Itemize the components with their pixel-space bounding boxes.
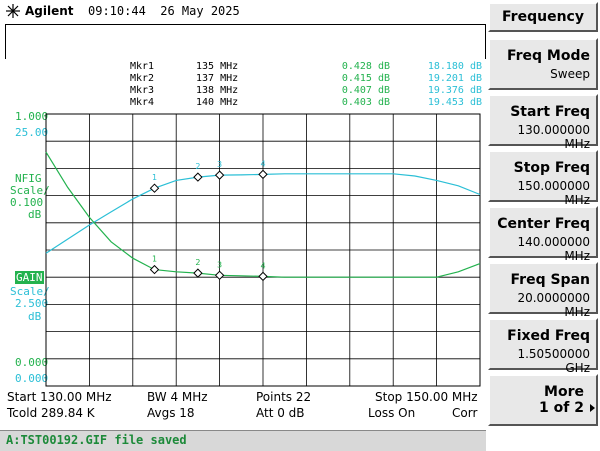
softkey-label: More xyxy=(544,384,584,400)
softkey-value: 130.000000 MHz xyxy=(517,123,590,151)
softkey-menu-title: Frequency xyxy=(488,2,598,32)
freq-span-softkey[interactable]: Freq Span 20.0000000 MHz xyxy=(488,262,598,319)
markers: 1 2 3 4 1 2 3 4 xyxy=(149,159,268,282)
softkey-label: Freq Span xyxy=(510,272,590,288)
marker-number: 2 xyxy=(195,162,200,171)
softkey-label: Freq Mode xyxy=(506,48,590,64)
fixed-freq-softkey[interactable]: Fixed Freq 1.50500000 GHz xyxy=(488,318,598,375)
graticule xyxy=(45,113,481,387)
instrument-screen: Agilent 09:10:44 26 May 2025 Mkr1 135 MH… xyxy=(0,0,486,430)
measurement-graph: 1 2 3 4 1 2 3 4 xyxy=(45,113,481,387)
submenu-arrow-icon xyxy=(590,404,595,412)
bandwidth-readout: BW 4 MHz xyxy=(147,390,208,404)
marker-number: 1 xyxy=(152,255,157,264)
softkey-value: 20.0000000 MHz xyxy=(517,291,590,319)
points-readout: Points 22 xyxy=(256,390,312,404)
marker-number: 4 xyxy=(260,159,265,168)
marker-number: 3 xyxy=(217,160,222,169)
softkey-label: Stop Freq xyxy=(513,160,590,176)
corr-readout: Corr xyxy=(452,406,478,420)
marker-diamond xyxy=(193,172,203,182)
softkey-label: Fixed Freq xyxy=(507,328,590,344)
marker-number: 2 xyxy=(195,258,200,267)
softkey-value: Sweep xyxy=(550,67,590,81)
marker-number: 3 xyxy=(217,260,222,269)
marker-diamond xyxy=(214,170,225,180)
softkey-value: 1 of 2 xyxy=(539,400,584,416)
marker-number: 4 xyxy=(260,261,265,270)
status-bar: A:TST00192.GIF file saved xyxy=(0,430,486,451)
softkey-panel: Frequency Freq Mode Sweep Start Freq 130… xyxy=(486,0,600,450)
marker-diamond xyxy=(258,169,268,180)
center-freq-softkey[interactable]: Center Freq 140.000000 MHz xyxy=(488,206,598,263)
softkey-label: Start Freq xyxy=(510,104,590,120)
stop-freq-softkey[interactable]: Stop Freq 150.000000 MHz xyxy=(488,150,598,207)
softkey-value: 140.000000 MHz xyxy=(517,235,590,263)
marker-diamond xyxy=(258,271,268,282)
softkey-value: 1.50500000 GHz xyxy=(517,347,590,375)
marker-number: 1 xyxy=(152,173,157,182)
freq-mode-softkey[interactable]: Freq Mode Sweep xyxy=(488,38,598,90)
softkey-label: Center Freq xyxy=(497,216,590,232)
marker-diamond xyxy=(149,183,160,193)
start-freq-readout: Start 130.00 MHz xyxy=(7,390,112,404)
stop-freq-readout: Stop 150.00 MHz xyxy=(375,390,478,404)
marker-diamond xyxy=(193,268,203,278)
more-softkey[interactable]: More 1 of 2 xyxy=(488,374,598,426)
start-freq-softkey[interactable]: Start Freq 130.000000 MHz xyxy=(488,94,598,151)
softkey-value: 150.000000 MHz xyxy=(517,179,590,207)
attenuation-readout: Att 0 dB xyxy=(256,406,305,420)
tcold-readout: Tcold 289.84 K xyxy=(7,406,95,420)
averages-readout: Avgs 18 xyxy=(147,406,195,420)
marker-diamond xyxy=(149,264,160,275)
marker-diamond xyxy=(214,270,225,281)
status-message: A:TST00192.GIF file saved xyxy=(6,433,187,447)
loss-readout: Loss On xyxy=(368,406,416,420)
